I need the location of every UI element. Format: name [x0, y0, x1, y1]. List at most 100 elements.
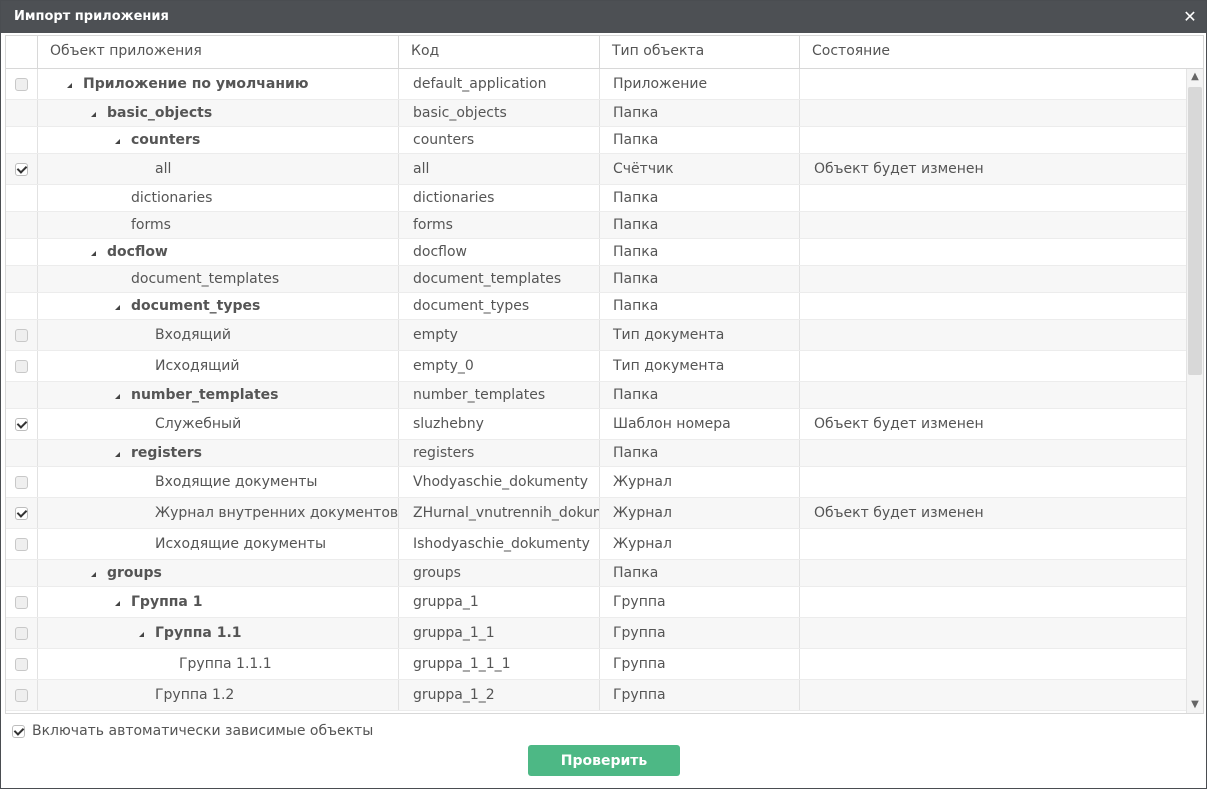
auto-include-option[interactable]: Включать автоматически зависимые объекты: [12, 723, 373, 739]
table-row[interactable]: Приложение по умолчанию default_applicati…: [6, 69, 1186, 100]
header-state[interactable]: Состояние: [800, 36, 1203, 68]
row-checkbox[interactable]: [15, 328, 28, 342]
row-checkbox-cell: [6, 320, 38, 350]
close-icon[interactable]: ✕: [1180, 7, 1200, 27]
object-name-cell: basic_objects: [38, 100, 399, 126]
table-row[interactable]: Группа 1.1 gruppa_1_1 Группа: [6, 618, 1186, 649]
table-row[interactable]: Исходящие документы Ishodyaschie_dokument…: [6, 529, 1186, 560]
table-row[interactable]: number_templates number_templates Папка: [6, 382, 1186, 409]
object-name-cell: document_templates: [38, 266, 399, 292]
row-checkbox[interactable]: [15, 657, 28, 671]
header-code[interactable]: Код: [399, 36, 600, 68]
row-checkbox-cell: [6, 560, 38, 586]
scrollbar-thumb[interactable]: [1188, 87, 1202, 375]
object-name-cell: dictionaries: [38, 185, 399, 211]
expanded-triangle-icon[interactable]: [91, 250, 96, 256]
object-state: [800, 212, 1186, 238]
object-type: Группа: [600, 618, 800, 648]
row-checkbox-cell: [6, 409, 38, 439]
expanded-triangle-icon[interactable]: [115, 138, 120, 144]
row-checkbox-cell: [6, 467, 38, 497]
table-row[interactable]: basic_objects basic_objects Папка: [6, 100, 1186, 127]
expanded-triangle-icon[interactable]: [67, 82, 72, 88]
object-name: Входящие документы: [155, 474, 318, 490]
header-type[interactable]: Тип объекта: [600, 36, 800, 68]
expanded-triangle-icon[interactable]: [91, 571, 96, 577]
object-state: [800, 100, 1186, 126]
object-state: [800, 320, 1186, 350]
row-checkbox-cell: [6, 69, 38, 99]
expanded-triangle-icon[interactable]: [139, 631, 144, 637]
table-row[interactable]: Группа 1.2 gruppa_1_2 Группа: [6, 680, 1186, 711]
object-state: [800, 127, 1186, 153]
table-row[interactable]: Группа 1 gruppa_1 Группа: [6, 587, 1186, 618]
object-name: Приложение по умолчанию: [83, 76, 309, 92]
object-name-cell: Исходящие документы: [38, 529, 399, 559]
table-row[interactable]: Входящий empty Тип документа: [6, 320, 1186, 351]
object-code: empty_0: [399, 351, 600, 381]
auto-include-checkbox[interactable]: [12, 724, 25, 738]
table-row[interactable]: groups groups Папка: [6, 560, 1186, 587]
table-row[interactable]: dictionaries dictionaries Папка: [6, 185, 1186, 212]
row-checkbox-cell: [6, 382, 38, 408]
row-checkbox[interactable]: [15, 475, 28, 489]
object-type: Журнал: [600, 498, 800, 528]
row-checkbox[interactable]: [15, 417, 28, 431]
header-object[interactable]: Объект приложения: [38, 36, 399, 68]
table-row[interactable]: document_templates document_templates Папк…: [6, 266, 1186, 293]
row-checkbox[interactable]: [15, 626, 28, 640]
object-code: document_types: [399, 293, 600, 319]
table-row[interactable]: all all Счётчик Объект будет изменен: [6, 154, 1186, 185]
object-code: number_templates: [399, 382, 600, 408]
table-row[interactable]: Группа 1.1.1 gruppa_1_1_1 Группа: [6, 649, 1186, 680]
grid-body: Приложение по умолчанию default_applicati…: [6, 69, 1186, 713]
row-checkbox[interactable]: [15, 506, 28, 520]
row-checkbox[interactable]: [15, 359, 28, 373]
object-state: [800, 587, 1186, 617]
table-row[interactable]: Входящие документы Vhodyaschie_dokumenty Ж…: [6, 467, 1186, 498]
row-checkbox-cell: [6, 649, 38, 679]
table-row[interactable]: Исходящий empty_0 Тип документа: [6, 351, 1186, 382]
row-checkbox-cell: [6, 185, 38, 211]
object-state: Объект будет изменен: [814, 161, 984, 177]
expanded-triangle-icon[interactable]: [91, 111, 96, 117]
object-type: Папка: [600, 440, 800, 466]
expanded-triangle-icon[interactable]: [115, 451, 120, 457]
vertical-scrollbar[interactable]: ▲ ▼: [1186, 69, 1203, 713]
table-row[interactable]: registers registers Папка: [6, 440, 1186, 467]
row-checkbox[interactable]: [15, 595, 28, 609]
table-row[interactable]: document_types document_types Папка: [6, 293, 1186, 320]
check-button[interactable]: Проверить: [528, 745, 680, 776]
table-row[interactable]: Служебный sluzhebny Шаблон номера Объект бу…: [6, 409, 1186, 440]
object-code: sluzhebny: [399, 409, 600, 439]
table-row[interactable]: Журнал внутренних документов ZHurnal_vnut…: [6, 498, 1186, 529]
object-state: [800, 293, 1186, 319]
object-type: Счётчик: [600, 154, 800, 184]
object-state: [800, 560, 1186, 586]
object-name-cell: Исходящий: [38, 351, 399, 381]
object-name-cell: Служебный: [38, 409, 399, 439]
row-checkbox-cell: [6, 680, 38, 710]
table-row[interactable]: forms forms Папка: [6, 212, 1186, 239]
object-name: Исходящие документы: [155, 536, 326, 552]
object-type: Папка: [600, 127, 800, 153]
scroll-up-icon[interactable]: ▲: [1187, 69, 1203, 85]
table-row[interactable]: docflow docflow Папка: [6, 239, 1186, 266]
object-state: [800, 649, 1186, 679]
scroll-down-icon[interactable]: ▼: [1187, 697, 1203, 713]
object-code: document_templates: [399, 266, 600, 292]
object-name: registers: [131, 445, 202, 461]
expanded-triangle-icon[interactable]: [115, 393, 120, 399]
expanded-triangle-icon[interactable]: [115, 600, 120, 606]
object-state: [800, 618, 1186, 648]
object-code: all: [399, 154, 600, 184]
row-checkbox[interactable]: [15, 162, 28, 176]
object-type: Папка: [600, 239, 800, 265]
object-state: Объект будет изменен: [814, 505, 984, 521]
expanded-triangle-icon[interactable]: [115, 304, 120, 310]
row-checkbox[interactable]: [15, 537, 28, 551]
table-row[interactable]: counters counters Папка: [6, 127, 1186, 154]
row-checkbox-cell: [6, 440, 38, 466]
row-checkbox[interactable]: [15, 688, 28, 702]
row-checkbox[interactable]: [15, 77, 28, 91]
